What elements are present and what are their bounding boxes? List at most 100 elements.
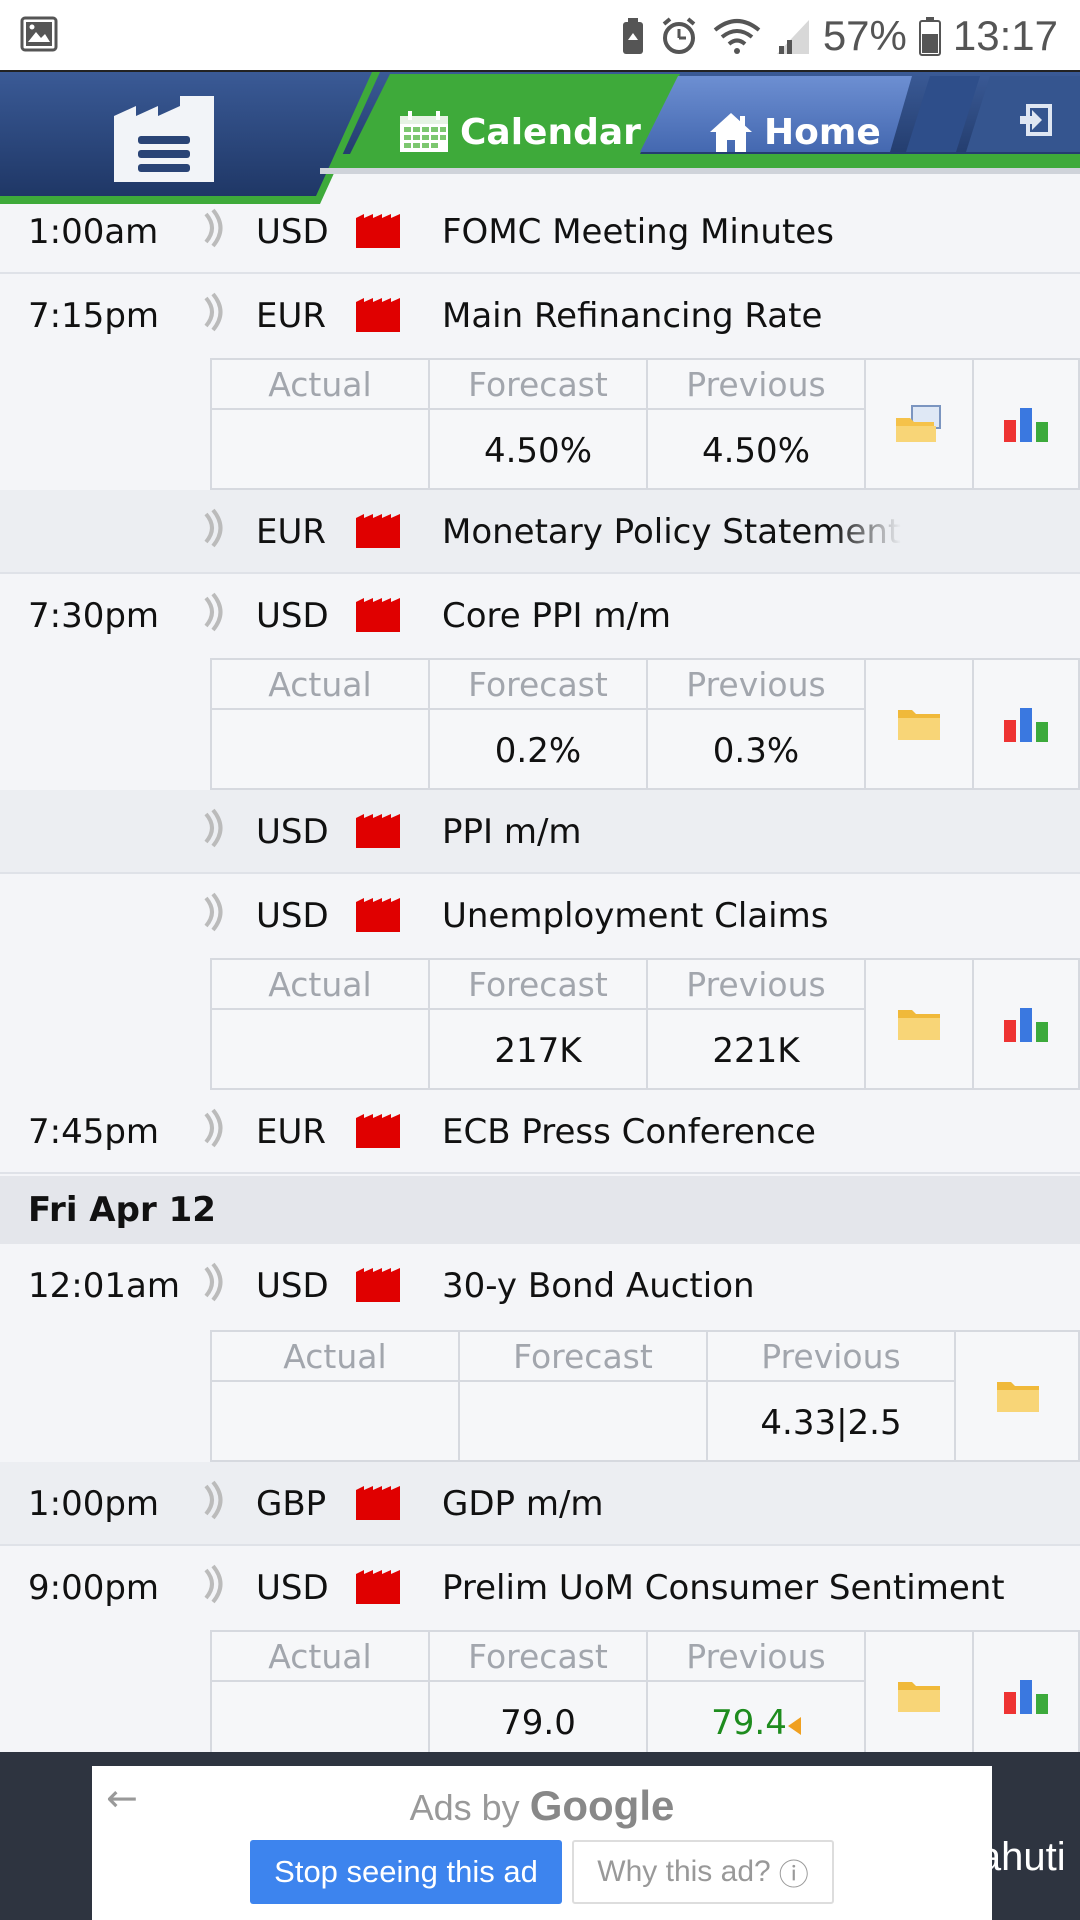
battery-icon	[918, 17, 941, 56]
ad-title: Ads by Google	[92, 1782, 992, 1830]
previous-header: Previous	[648, 960, 864, 1010]
forecast-header: Forecast	[430, 660, 646, 710]
news-button[interactable]	[866, 360, 974, 488]
event-title: Monetary Policy Statement	[442, 512, 902, 552]
actual-value	[212, 1682, 428, 1752]
previous-header: Previous	[648, 1632, 864, 1682]
news-button[interactable]	[866, 1632, 974, 1752]
event-currency: USD	[256, 812, 329, 852]
event-row[interactable]: USD PPI m/m	[0, 790, 1080, 874]
actual-value	[212, 710, 428, 788]
event-currency: EUR	[256, 512, 326, 552]
sound-icon[interactable]	[202, 1108, 226, 1148]
sound-icon[interactable]	[202, 1480, 226, 1520]
logout-icon[interactable]	[1018, 102, 1054, 138]
forecast-value	[460, 1382, 706, 1460]
forecast-header: Forecast	[430, 1632, 646, 1682]
ad-title-prefix: Ads by	[409, 1787, 530, 1828]
bar-chart-icon	[1004, 408, 1048, 442]
event-row[interactable]: EUR Monetary Policy Statement	[0, 490, 1080, 574]
chart-button[interactable]	[974, 360, 1080, 488]
calendar-list: 1:00am USD FOMC Meeting Minutes 7:15pm E…	[0, 204, 1080, 1752]
event-currency: USD	[256, 1568, 329, 1608]
sound-icon[interactable]	[202, 1564, 226, 1604]
news-button[interactable]	[866, 660, 974, 788]
event-row[interactable]: 1:00pm GBP GDP m/m	[0, 1462, 1080, 1546]
event-row[interactable]: 7:45pm EUR ECB Press Conference	[0, 1090, 1080, 1174]
forecast-value: 79.0	[500, 1703, 576, 1743]
sound-icon[interactable]	[202, 292, 226, 332]
event-row[interactable]: 7:30pm USD Core PPI m/m	[0, 574, 1080, 658]
folder-icon	[898, 1682, 940, 1712]
event-details: Actual Forecast 0.2% Previous 0.3%	[210, 658, 1080, 790]
day-header: Fri Apr 12	[0, 1176, 1080, 1244]
event-time: 9:00pm	[28, 1568, 160, 1608]
news-button[interactable]	[866, 960, 974, 1088]
previous-header: Previous	[708, 1332, 954, 1382]
previous-value: 4.33|2.5	[760, 1403, 902, 1443]
event-currency: USD	[256, 212, 329, 252]
previous-value: 79.4	[711, 1703, 787, 1743]
clock-time: 13:17	[952, 12, 1058, 59]
alarm-icon	[662, 17, 696, 54]
menu-icon[interactable]	[114, 96, 214, 182]
forecast-header: Forecast	[460, 1332, 706, 1382]
event-title: FOMC Meeting Minutes	[442, 212, 834, 252]
gallery-icon	[20, 16, 58, 52]
previous-value: 4.50%	[701, 431, 810, 471]
status-bar: 57% 13:17	[0, 0, 1080, 72]
sound-icon[interactable]	[202, 592, 226, 632]
news-button[interactable]	[956, 1332, 1080, 1460]
event-title: Unemployment Claims	[442, 896, 829, 936]
why-this-ad-label: Why this ad?	[597, 1855, 771, 1888]
tab-calendar-label: Calendar	[460, 111, 641, 153]
event-details: Actual Forecast 4.50% Previous 4.50%	[210, 358, 1080, 490]
bar-chart-icon	[1004, 708, 1048, 742]
stop-seeing-ad-button[interactable]: Stop seeing this ad	[250, 1840, 562, 1904]
actual-header: Actual	[212, 1332, 458, 1382]
actual-value	[212, 1382, 458, 1460]
event-row[interactable]: 7:15pm EUR Main Refinancing Rate	[0, 274, 1080, 358]
event-time: 7:15pm	[28, 296, 160, 336]
event-title: Core PPI m/m	[442, 596, 672, 636]
ad-title-brand: Google	[529, 1782, 675, 1829]
chart-button[interactable]	[974, 660, 1080, 788]
previous-value: 221K	[712, 1031, 800, 1071]
event-title: 30-y Bond Auction	[442, 1266, 755, 1306]
why-this-ad-button[interactable]: Why this ad? ⓘ	[572, 1840, 834, 1904]
watermark: @Lahuti	[880, 1835, 1066, 1880]
actual-header: Actual	[212, 660, 428, 710]
actual-value	[212, 1010, 428, 1088]
event-currency: GBP	[256, 1484, 327, 1524]
previous-value: 0.3%	[712, 731, 800, 771]
actual-header: Actual	[212, 1632, 428, 1682]
bar-chart-icon	[1004, 1680, 1048, 1714]
event-currency: EUR	[256, 1112, 326, 1152]
event-row[interactable]: USD Unemployment Claims	[0, 874, 1080, 958]
event-row[interactable]: 9:00pm USD Prelim UoM Consumer Sentiment	[0, 1546, 1080, 1630]
sound-icon[interactable]	[202, 508, 226, 548]
signal-icon	[776, 20, 809, 54]
folder-icon	[898, 1010, 940, 1040]
watermark-logo-icon	[881, 1842, 911, 1871]
sound-icon[interactable]	[202, 892, 226, 932]
tab-home[interactable]: Home	[708, 92, 881, 172]
forecast-header: Forecast	[430, 360, 646, 410]
battery-saver-icon	[622, 18, 643, 54]
chart-button[interactable]	[974, 960, 1080, 1088]
calendar-icon	[400, 111, 448, 152]
event-row[interactable]: 1:00am USD FOMC Meeting Minutes	[0, 204, 1080, 274]
high-impact-icon	[356, 598, 400, 632]
high-impact-icon	[356, 514, 400, 548]
sound-icon[interactable]	[202, 1262, 226, 1302]
chart-button[interactable]	[974, 1632, 1080, 1752]
sound-icon[interactable]	[202, 808, 226, 848]
tab-calendar[interactable]: Calendar	[398, 92, 641, 172]
event-details: Actual Forecast 217K Previous 221K	[210, 958, 1080, 1090]
info-icon: ⓘ	[778, 1859, 809, 1892]
event-row[interactable]: 12:01am USD 30-y Bond Auction	[0, 1244, 1080, 1328]
previous-header: Previous	[648, 660, 864, 710]
folder-news-icon	[896, 405, 941, 442]
previous-value-cell: 79.4	[648, 1682, 864, 1752]
sound-icon[interactable]	[202, 208, 226, 248]
